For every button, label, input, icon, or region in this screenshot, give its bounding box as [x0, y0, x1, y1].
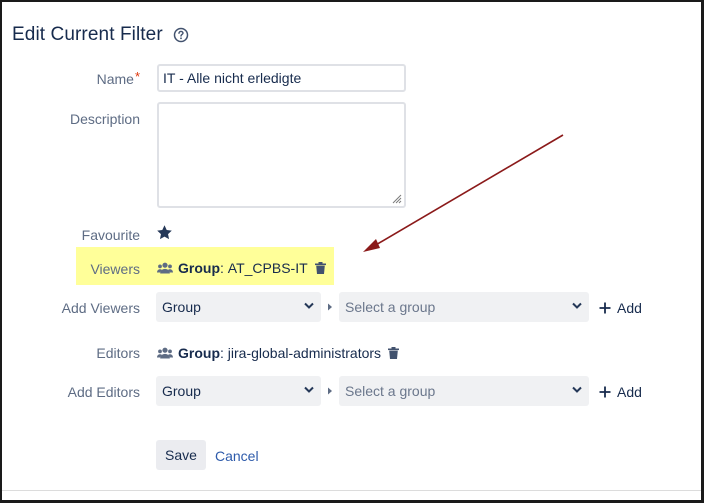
name-input[interactable]: IT - Alle nicht erledigte: [157, 64, 406, 92]
add-editor-button[interactable]: Add: [599, 384, 642, 400]
dialog-divider: [2, 490, 701, 491]
cancel-link[interactable]: Cancel: [215, 448, 259, 464]
caret-right-icon: [328, 303, 332, 311]
editors-type-select[interactable]: Group: [156, 376, 321, 406]
resize-grip-icon[interactable]: [392, 194, 402, 204]
favourite-label: Favourite: [81, 227, 140, 243]
group-icon: [157, 262, 173, 274]
editor-separator: :: [220, 345, 224, 361]
viewer-name: AT_CPBS-IT: [227, 260, 308, 276]
viewers-type-value: Group: [162, 299, 201, 315]
editor-type: Group: [178, 345, 220, 361]
required-marker: *: [134, 69, 140, 84]
trash-icon[interactable]: [314, 262, 326, 274]
help-circle-icon[interactable]: [173, 27, 189, 43]
name-label: Name*: [0, 69, 140, 87]
plus-icon: [599, 386, 611, 398]
star-icon[interactable]: [156, 224, 173, 241]
save-button[interactable]: Save: [156, 440, 206, 470]
chevron-down-icon: [572, 386, 582, 393]
trash-icon[interactable]: [388, 347, 400, 359]
plus-icon: [599, 302, 611, 314]
editor-name: jira-global-administrators: [227, 345, 382, 361]
viewers-type-select[interactable]: Group: [156, 292, 321, 322]
group-icon: [157, 347, 173, 359]
add-viewer-button[interactable]: Add: [599, 300, 642, 316]
caret-right-icon: [328, 387, 332, 395]
editors-group-select[interactable]: Select a group: [339, 376, 589, 406]
description-textarea[interactable]: [157, 102, 406, 208]
name-label-text: Name: [96, 71, 134, 87]
viewer-entry: Group: AT_CPBS-IT: [157, 260, 326, 276]
viewers-group-select[interactable]: Select a group: [339, 292, 589, 322]
description-label: Description: [69, 111, 140, 127]
name-input-value: IT - Alle nicht erledigte: [163, 70, 302, 86]
viewer-separator: :: [220, 260, 224, 276]
add-editors-label: Add Editors: [67, 384, 140, 400]
chevron-down-icon: [304, 386, 314, 393]
add-viewer-label: Add: [617, 300, 642, 316]
editors-label: Editors: [96, 345, 140, 361]
viewers-label: Viewers: [90, 261, 140, 277]
chevron-down-icon: [572, 302, 582, 309]
chevron-down-icon: [304, 302, 314, 309]
editor-entry: Group: jira-global-administrators: [157, 345, 400, 361]
add-editor-label: Add: [617, 384, 642, 400]
viewers-group-placeholder: Select a group: [345, 299, 436, 315]
editors-type-value: Group: [162, 383, 201, 399]
dialog-title: Edit Current Filter: [12, 24, 163, 45]
add-viewers-label: Add Viewers: [61, 300, 140, 316]
editors-group-placeholder: Select a group: [345, 383, 436, 399]
viewer-type: Group: [178, 260, 220, 276]
